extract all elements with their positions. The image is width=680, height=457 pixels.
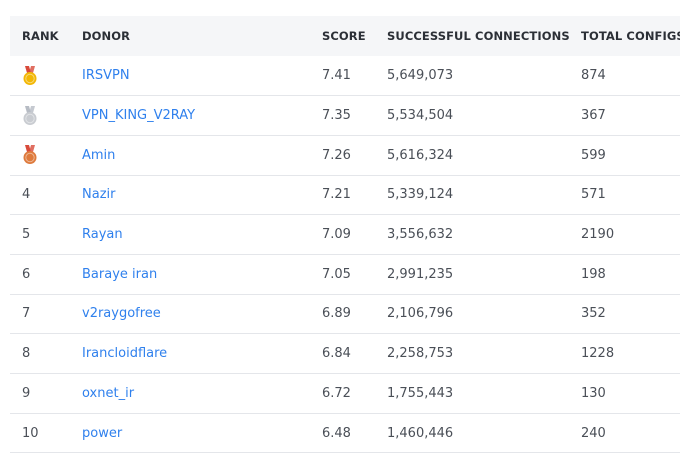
score-cell: 7.41 bbox=[322, 68, 351, 84]
successful-connections-cell: 5,339,124 bbox=[387, 187, 454, 203]
total-configs-cell: 240 bbox=[581, 425, 606, 441]
donor-cell: VPN_KING_V2RAY bbox=[82, 96, 322, 136]
successful-connections-cell: 3,556,632 bbox=[387, 227, 454, 243]
rank-cell bbox=[10, 56, 82, 96]
score-cell: 7.26 bbox=[322, 147, 351, 163]
rank-cell: 7 bbox=[22, 306, 31, 322]
rank-cell: 4 bbox=[22, 187, 31, 203]
score-cell: 6.72 bbox=[322, 385, 351, 401]
bronze-medal-icon bbox=[22, 145, 38, 165]
total-configs-cell: 130 bbox=[581, 385, 606, 401]
total-configs-cell: 874 bbox=[581, 68, 606, 84]
header-successful-connections[interactable]: SUCCESSFUL CONNECTIONS bbox=[387, 16, 581, 56]
donor-link[interactable]: Irancloidflare bbox=[82, 346, 167, 361]
rank-cell: 9 bbox=[22, 385, 31, 401]
total-configs-cell: 599 bbox=[581, 147, 606, 163]
successful-connections-cell: 2,106,796 bbox=[387, 306, 454, 322]
table-body: IRSVPN 7.41 5,649,073 874 VPN_KING_V2RAY 7.35… bbox=[10, 56, 680, 453]
rank-cell: 5 bbox=[22, 227, 31, 243]
successful-connections-cell: 5,616,324 bbox=[387, 147, 454, 163]
successful-connections-cell: 1,460,446 bbox=[387, 425, 454, 441]
donor-cell: v2raygofree bbox=[82, 294, 322, 334]
total-configs-cell: 2190 bbox=[581, 227, 615, 243]
header-rank[interactable]: RANK bbox=[10, 16, 82, 56]
header-score[interactable]: SCORE bbox=[322, 16, 387, 56]
table-row: 8 Irancloidflare 6.84 2,258,753 1228 bbox=[10, 334, 680, 374]
silver-medal-icon bbox=[22, 105, 38, 126]
successful-connections-cell: 2,991,235 bbox=[387, 266, 454, 282]
table-row: IRSVPN 7.41 5,649,073 874 bbox=[10, 56, 680, 96]
total-configs-cell: 571 bbox=[581, 187, 606, 203]
donor-link[interactable]: oxnet_ir bbox=[82, 386, 134, 401]
donor-link[interactable]: IRSVPN bbox=[82, 68, 130, 83]
total-configs-cell: 198 bbox=[581, 266, 606, 282]
donor-cell: Nazir bbox=[82, 175, 322, 215]
donor-cell: Rayan bbox=[82, 215, 322, 255]
table-row: Amin 7.26 5,616,324 599 bbox=[10, 135, 680, 176]
successful-connections-cell: 2,258,753 bbox=[387, 346, 454, 362]
donor-cell: power bbox=[82, 413, 322, 453]
table-row: VPN_KING_V2RAY 7.35 5,534,504 367 bbox=[10, 96, 680, 136]
rank-cell: 10 bbox=[22, 425, 39, 441]
total-configs-cell: 1228 bbox=[581, 346, 615, 362]
score-cell: 6.89 bbox=[322, 306, 351, 322]
successful-connections-cell: 5,649,073 bbox=[387, 68, 454, 84]
donor-cell: Baraye iran bbox=[82, 254, 322, 294]
leaderboard-table: RANK DONOR SCORE SUCCESSFUL CONNECTIONS … bbox=[10, 16, 680, 453]
rank-cell: 8 bbox=[22, 346, 31, 362]
successful-connections-cell: 5,534,504 bbox=[387, 108, 454, 124]
total-configs-cell: 367 bbox=[581, 108, 606, 124]
score-cell: 7.35 bbox=[322, 108, 351, 124]
donor-link[interactable]: Amin bbox=[82, 148, 115, 163]
header-donor[interactable]: DONOR bbox=[82, 16, 322, 56]
donor-link[interactable]: Nazir bbox=[82, 187, 115, 202]
rank-cell: 6 bbox=[22, 266, 31, 282]
header-total-configs[interactable]: TOTAL CONFIGS bbox=[581, 16, 680, 56]
gold-medal-icon bbox=[22, 65, 38, 86]
donor-cell: IRSVPN bbox=[82, 56, 322, 96]
score-cell: 7.21 bbox=[322, 187, 351, 203]
donor-leaderboard: RANK DONOR SCORE SUCCESSFUL CONNECTIONS … bbox=[10, 16, 680, 453]
donor-cell: Irancloidflare bbox=[82, 334, 322, 374]
table-row: 10 power 6.48 1,460,446 240 bbox=[10, 413, 680, 453]
score-cell: 6.48 bbox=[322, 425, 351, 441]
score-cell: 7.09 bbox=[322, 227, 351, 243]
rank-cell bbox=[10, 135, 82, 175]
donor-link[interactable]: VPN_KING_V2RAY bbox=[82, 108, 195, 123]
donor-cell: oxnet_ir bbox=[82, 374, 322, 414]
score-cell: 6.84 bbox=[322, 346, 351, 362]
donor-link[interactable]: Baraye iran bbox=[82, 267, 157, 282]
table-row: 5 Rayan 7.09 3,556,632 2190 bbox=[10, 215, 680, 255]
table-row: 9 oxnet_ir 6.72 1,755,443 130 bbox=[10, 374, 680, 414]
donor-cell: Amin bbox=[82, 135, 322, 175]
donor-link[interactable]: v2raygofree bbox=[82, 306, 161, 321]
rank-cell bbox=[10, 96, 82, 136]
donor-link[interactable]: power bbox=[82, 426, 122, 441]
table-row: 7 v2raygofree 6.89 2,106,796 352 bbox=[10, 294, 680, 334]
table-row: 4 Nazir 7.21 5,339,124 571 bbox=[10, 175, 680, 215]
donor-link[interactable]: Rayan bbox=[82, 227, 123, 242]
total-configs-cell: 352 bbox=[581, 306, 606, 322]
score-cell: 7.05 bbox=[322, 266, 351, 282]
successful-connections-cell: 1,755,443 bbox=[387, 385, 454, 401]
table-header-row: RANK DONOR SCORE SUCCESSFUL CONNECTIONS … bbox=[10, 16, 680, 56]
table-row: 6 Baraye iran 7.05 2,991,235 198 bbox=[10, 254, 680, 295]
